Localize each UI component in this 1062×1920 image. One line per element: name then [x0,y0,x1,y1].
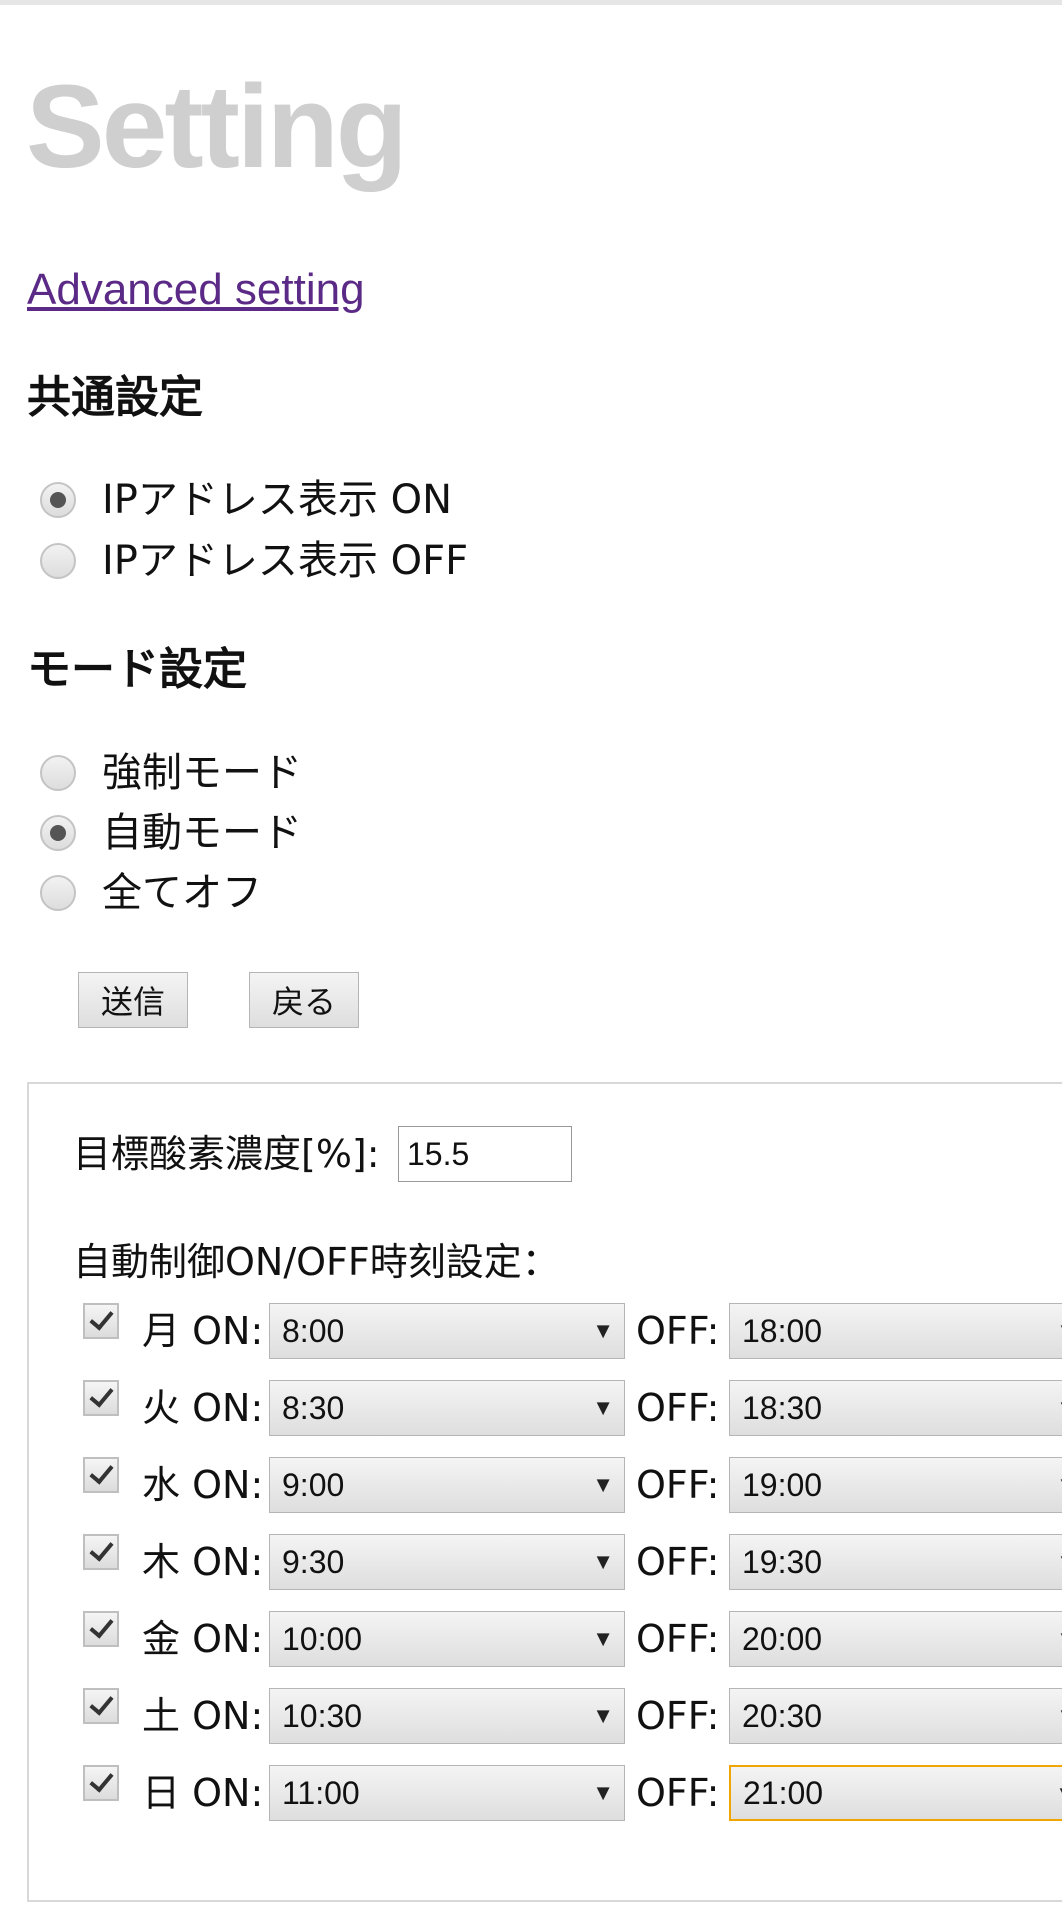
radio-label: IPアドレス表示 OFF [102,538,469,584]
off-label: OFF: [636,1386,720,1430]
target-oxygen-label: 目標酸素濃度[%]: [73,1132,380,1176]
dropdown-arrow-icon: ▼ [592,1472,614,1497]
page-title: Setting [26,61,408,193]
off-time-select[interactable]: 20:30▼ [729,1688,1062,1744]
day-label: 日 ON: [142,1771,264,1815]
dropdown-arrow-icon: ▼ [592,1318,614,1343]
radio-button[interactable] [40,482,76,518]
dropdown-arrow-icon: ▼ [1056,1472,1062,1498]
dropdown-arrow-icon: ▼ [592,1395,614,1420]
day-enable-checkbox[interactable] [83,1457,119,1493]
radio-forced-mode[interactable]: 強制モード [40,745,302,801]
on-time-select[interactable]: 8:00 ▼ [269,1303,625,1359]
schedule-row-wed: 水 ON: 9:00▼ OFF: 19:00▼ [0,1457,1062,1517]
off-time-select[interactable]: 21:00▼ [729,1765,1062,1821]
schedule-row-thu: 木 ON: 9:30▼ OFF: 19:30▼ [0,1534,1062,1594]
off-time-select[interactable]: 19:00▼ [729,1457,1062,1513]
on-time-select[interactable]: 10:30 ▼ [269,1688,625,1744]
schedule-label: 自動制御ON/OFF時刻設定： [73,1240,560,1284]
radio-label: 強制モード [102,750,302,796]
off-label: OFF: [636,1617,720,1661]
off-label: OFF: [636,1771,720,1815]
radio-label: 自動モード [102,810,302,856]
on-time-select[interactable]: 9:00 ▼ [269,1457,625,1513]
top-shadow-bar [0,0,1062,5]
dropdown-arrow-icon: ▼ [1056,1626,1062,1652]
day-label: 土 ON: [142,1694,264,1738]
dropdown-arrow-icon: ▼ [1056,1318,1062,1344]
dropdown-arrow-icon: ▼ [592,1549,614,1574]
day-enable-checkbox[interactable] [83,1765,119,1801]
off-label: OFF: [636,1694,720,1738]
on-time-select[interactable]: 11:00 ▼ [269,1765,625,1821]
send-button[interactable]: 送信 [78,972,188,1028]
radio-button[interactable] [40,815,76,851]
off-label: OFF: [636,1309,720,1353]
dropdown-arrow-icon: ▼ [1056,1549,1062,1575]
day-enable-checkbox[interactable] [83,1303,119,1339]
schedule-row-fri: 金 ON: 10:00▼ OFF: 20:00▼ [0,1611,1062,1671]
dropdown-arrow-icon: ▼ [1056,1395,1062,1421]
day-enable-checkbox[interactable] [83,1611,119,1647]
radio-all-off[interactable]: 全てオフ [40,865,262,921]
day-label: 水 ON: [142,1463,264,1507]
off-time-select[interactable]: 20:00▼ [729,1611,1062,1667]
radio-button[interactable] [40,875,76,911]
common-settings-heading: 共通設定 [27,372,203,423]
schedule-row-mon: 月 ON: 8:00▼ OFF: 18:00▼ [0,1303,1062,1363]
dropdown-arrow-icon: ▼ [592,1780,614,1805]
on-time-select[interactable]: 10:00 ▼ [269,1611,625,1667]
day-label: 火 ON: [142,1386,264,1430]
day-enable-checkbox[interactable] [83,1688,119,1724]
schedule-row-sat: 土 ON: 10:30▼ OFF: 20:30▼ [0,1688,1062,1748]
radio-ip-display-off[interactable]: IPアドレス表示 OFF [40,533,468,589]
on-time-select[interactable]: 9:30 ▼ [269,1534,625,1590]
on-time-select[interactable]: 8:30 ▼ [269,1380,625,1436]
radio-label: 全てオフ [102,870,262,916]
day-label: 木 ON: [142,1540,264,1584]
radio-label: IPアドレス表示 ON [102,477,453,523]
off-label: OFF: [636,1463,720,1507]
target-oxygen-input[interactable]: 15.5 [398,1126,572,1182]
off-time-select[interactable]: 18:00▼ [729,1303,1062,1359]
day-enable-checkbox[interactable] [83,1380,119,1416]
off-time-select[interactable]: 18:30▼ [729,1380,1062,1436]
schedule-row-sun: 日 ON: 11:00▼ OFF: 21:00▼ [0,1765,1062,1825]
radio-button[interactable] [40,543,76,579]
mode-settings-heading: モード設定 [27,644,247,695]
off-time-select[interactable]: 19:30▼ [729,1534,1062,1590]
dropdown-arrow-icon: ▼ [1056,1703,1062,1729]
off-label: OFF: [636,1540,720,1584]
back-button[interactable]: 戻る [249,972,359,1028]
radio-ip-display-on[interactable]: IPアドレス表示 ON [40,472,452,528]
radio-button[interactable] [40,755,76,791]
advanced-setting-link[interactable]: Advanced setting [27,262,365,318]
day-label: 金 ON: [142,1617,264,1661]
radio-auto-mode[interactable]: 自動モード [40,805,302,861]
dropdown-arrow-icon: ▼ [592,1626,614,1651]
day-enable-checkbox[interactable] [83,1534,119,1570]
day-label: 月 ON: [142,1309,264,1353]
dropdown-arrow-icon: ▼ [592,1703,614,1728]
dropdown-arrow-icon: ▼ [1055,1781,1062,1807]
schedule-row-tue: 火 ON: 8:30▼ OFF: 18:30▼ [0,1380,1062,1440]
